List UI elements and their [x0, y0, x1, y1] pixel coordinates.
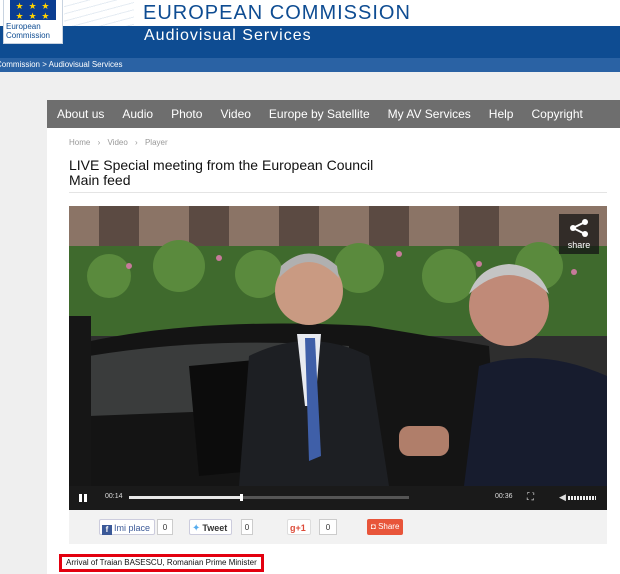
main-nav: About us Audio Photo Video Europe by Satelli… [47, 100, 620, 128]
header-decoration [64, 0, 134, 26]
nav-item-europe-by-satellite[interactable]: Europe by Satellite [260, 100, 379, 128]
tweet-button[interactable]: ✦ Tweet [189, 519, 233, 535]
seek-progress [129, 496, 241, 499]
nav-item-photo[interactable]: Photo [162, 100, 211, 128]
twitter-icon: ✦ [192, 523, 201, 534]
content-panel: About us Audio Photo Video Europe by Satelli… [47, 100, 620, 574]
divider [69, 192, 607, 193]
page-title-line2: Main feed [69, 172, 131, 188]
share-small-icon: ◘ [371, 522, 379, 531]
stars-icon: ★ ★ ★ ★ ★ ★ [15, 2, 51, 22]
seek-bar[interactable] [129, 494, 409, 501]
breadcrumb-text[interactable]: Commission > Audiovisual Services [0, 60, 123, 69]
gplus-count: 0 [319, 519, 337, 535]
crumb-separator: › [97, 138, 101, 147]
crumb-separator: › [135, 138, 138, 147]
page-breadcrumb: Home › Video › Player [69, 138, 173, 147]
volume-icon: ◀ [559, 492, 566, 502]
share-icon [570, 219, 588, 237]
nav-item-my-av-services[interactable]: My AV Services [379, 100, 480, 128]
volume-level[interactable] [568, 496, 596, 500]
gplus-label: +1 [295, 523, 306, 533]
fullscreen-icon[interactable]: ⛶ [527, 492, 534, 503]
nav-item-copyright[interactable]: Copyright [522, 100, 591, 128]
share-label: share [567, 240, 591, 250]
current-time: 00:14 [105, 493, 123, 500]
social-bar: f Imi place 0 ✦ Tweet 0 g+1 0 ◘ Share [69, 510, 607, 544]
ec-logo[interactable]: ★ ★ ★ ★ ★ ★ European Commission [3, 0, 63, 44]
crumb-video[interactable]: Video [107, 138, 127, 147]
video-caption: Arrival of Traian BASESCU, Romanian Prim… [59, 554, 264, 572]
share-link-label: Share [378, 522, 400, 531]
page-title: LIVE Special meeting from the European C… [69, 158, 469, 188]
video-player[interactable]: share 00:14 00:36 ⛶ ◀ [69, 206, 607, 510]
share-button[interactable]: share [559, 214, 599, 254]
tweet-count: 0 [241, 519, 253, 535]
tweet-label: Tweet [202, 523, 228, 533]
logo-text-line1: European [6, 22, 41, 31]
total-time: 00:36 [495, 493, 513, 500]
volume-control[interactable]: ◀ [559, 492, 599, 504]
facebook-count: 0 [157, 519, 173, 535]
page-title-line1: LIVE Special meeting from the European C… [69, 157, 374, 173]
crumb-player: Player [144, 138, 168, 147]
pause-icon[interactable] [79, 494, 89, 502]
gplus-button[interactable]: g+1 [287, 519, 311, 535]
player-controls: 00:14 00:36 ⛶ ◀ [69, 486, 607, 510]
logo-text: European Commission [6, 22, 62, 40]
crumb-home[interactable]: Home [69, 138, 90, 147]
site-subtitle[interactable]: Audiovisual Services [144, 27, 312, 45]
share-link-button[interactable]: ◘ Share [367, 519, 404, 535]
nav-item-help[interactable]: Help [480, 100, 523, 128]
nav-item-about-us[interactable]: About us [47, 100, 113, 128]
facebook-like-button[interactable]: f Imi place [99, 519, 156, 535]
nav-item-audio[interactable]: Audio [113, 100, 162, 128]
facebook-icon: f [102, 525, 112, 535]
breadcrumb: Commission > Audiovisual Services [0, 58, 620, 72]
eu-flag-icon: ★ ★ ★ ★ ★ ★ [10, 0, 56, 22]
seek-handle[interactable] [240, 494, 243, 501]
site-title: EUROPEAN COMMISSION [143, 2, 411, 24]
nav-item-video[interactable]: Video [211, 100, 259, 128]
site-header: ★ ★ ★ ★ ★ ★ European Commission EUROPEAN … [0, 0, 620, 58]
video-frame [69, 206, 607, 486]
facebook-like-label: Imi place [114, 523, 151, 533]
logo-text-line2: Commission [6, 31, 51, 40]
